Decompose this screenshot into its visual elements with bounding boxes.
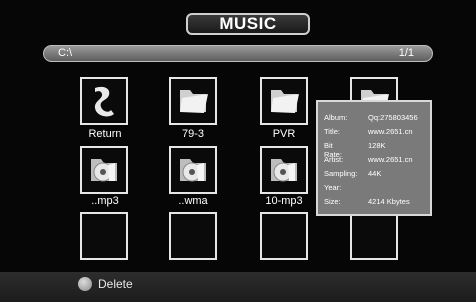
music-disc-icon bbox=[271, 159, 297, 182]
return-arrow-icon bbox=[94, 86, 114, 117]
folder-icon bbox=[180, 90, 208, 113]
music-disc-icon bbox=[180, 159, 206, 182]
tile-return[interactable] bbox=[80, 77, 128, 125]
tile-folder-pvr[interactable] bbox=[260, 77, 308, 125]
album-value: Qq:275803456 bbox=[368, 113, 418, 122]
size-value: 4214 Kbytes bbox=[368, 197, 410, 206]
tile-mp3[interactable] bbox=[80, 146, 128, 194]
title-value: www.2651.cn bbox=[368, 127, 413, 136]
tile-10-mp3[interactable] bbox=[260, 146, 308, 194]
sampling-label: Sampling: bbox=[324, 169, 358, 178]
file-info-panel: Album: Qq:275803456 Title: www.2651.cn Bit… bbox=[316, 100, 432, 216]
music-disc-icon bbox=[91, 159, 117, 182]
page-title: MUSIC bbox=[219, 14, 277, 33]
title-label: Title: bbox=[324, 127, 340, 136]
artist-label: Artist: bbox=[324, 155, 344, 164]
folder-icon bbox=[271, 90, 299, 113]
delete-label[interactable]: Delete bbox=[98, 277, 133, 291]
tile-empty[interactable] bbox=[350, 212, 398, 260]
tile-empty[interactable] bbox=[260, 212, 308, 260]
tile-label: PVR bbox=[272, 128, 296, 140]
tile-label: 10-mp3 bbox=[265, 195, 303, 207]
current-path: C:\ bbox=[58, 47, 73, 59]
tile-empty[interactable] bbox=[80, 212, 128, 260]
tile-label: 79-3 bbox=[181, 128, 205, 140]
tile-folder-79-3[interactable] bbox=[169, 77, 217, 125]
sampling-value: 44K bbox=[368, 169, 382, 178]
bitrate-value: 128K bbox=[368, 141, 386, 150]
year-label: Year: bbox=[324, 183, 342, 192]
tile-wma[interactable] bbox=[169, 146, 217, 194]
album-label: Album: bbox=[324, 113, 348, 122]
artist-value: www.2651.cn bbox=[368, 155, 413, 164]
tile-label: ..mp3 bbox=[91, 195, 119, 207]
tile-label: Return bbox=[88, 128, 122, 140]
tile-label: ..wma bbox=[178, 195, 208, 207]
delete-button-icon[interactable] bbox=[78, 277, 92, 291]
title-box: MUSIC bbox=[186, 13, 310, 35]
page-indicator: 1/1 bbox=[398, 47, 414, 59]
path-bar: C:\ 1/1 bbox=[43, 45, 433, 62]
bottom-bar bbox=[0, 272, 476, 302]
tile-empty[interactable] bbox=[169, 212, 217, 260]
size-label: Size: bbox=[324, 197, 341, 206]
